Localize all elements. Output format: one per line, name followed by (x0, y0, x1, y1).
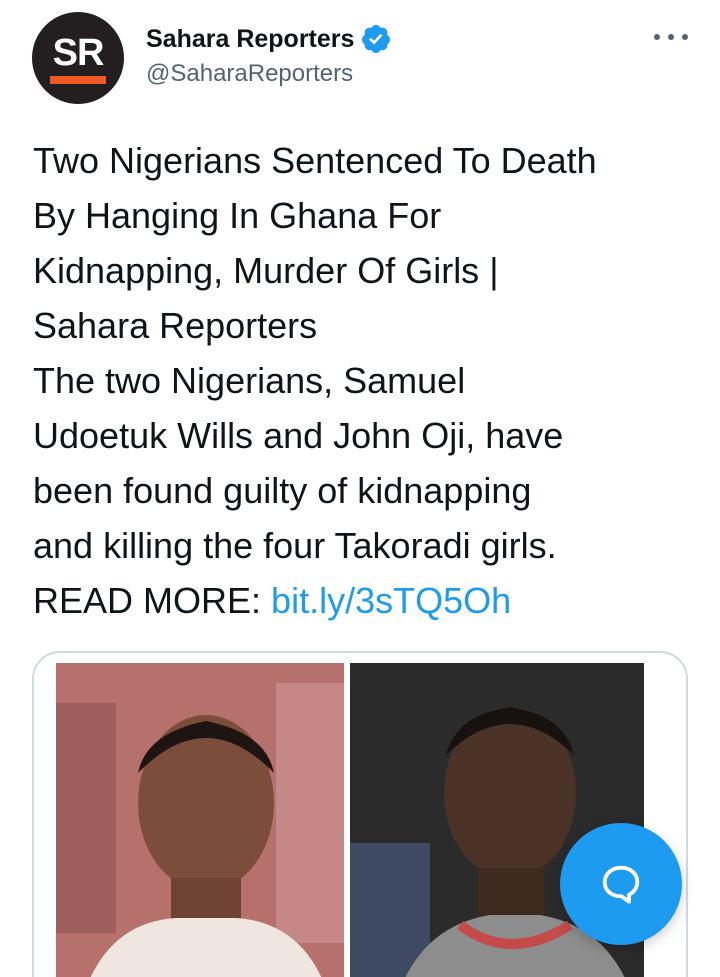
compose-reply-icon (602, 865, 640, 904)
tweet-text-line: Kidnapping, Murder Of Girls | (33, 250, 499, 291)
tweet: SR Sahara Reporters @SaharaReporters Two… (0, 0, 720, 977)
name-row: Sahara Reporters (146, 22, 392, 56)
tweet-text-line: By Hanging In Ghana For (33, 195, 442, 236)
tweet-header: SR Sahara Reporters @SaharaReporters (32, 12, 688, 108)
avatar[interactable]: SR (32, 12, 124, 104)
display-name[interactable]: Sahara Reporters (146, 25, 354, 54)
person-photo-left (56, 663, 344, 977)
tweet-text-line: been found guilty of kidnapping (33, 470, 532, 511)
tweet-text-line: Two Nigerians Sentenced To Death (33, 140, 597, 181)
photo-left[interactable] (56, 663, 344, 977)
more-dot (654, 34, 660, 40)
verified-badge-icon (362, 25, 391, 53)
avatar-logo-bar (50, 76, 106, 84)
tweet-text-line: and killing the four Takoradi girls. (33, 525, 557, 566)
read-more-line: READ MORE: bit.ly/3sTQ5Oh (33, 573, 703, 628)
article-link[interactable]: bit.ly/3sTQ5Oh (271, 580, 511, 621)
compose-reply-button[interactable] (560, 823, 682, 945)
read-more-label: READ MORE: (33, 580, 262, 621)
tweet-text: Two Nigerians Sentenced To Death By Hang… (33, 133, 703, 628)
more-dot (682, 34, 688, 40)
more-horizontal-icon[interactable] (654, 30, 688, 44)
tweet-text-line: Sahara Reporters (33, 305, 318, 346)
avatar-logo-text: SR (52, 32, 105, 74)
more-dot (668, 34, 674, 40)
tweet-text-line: Udoetuk Wills and John Oji, have (33, 415, 564, 456)
tweet-text-line: The two Nigerians, Samuel (33, 360, 466, 401)
handle[interactable]: @SaharaReporters (146, 60, 353, 88)
